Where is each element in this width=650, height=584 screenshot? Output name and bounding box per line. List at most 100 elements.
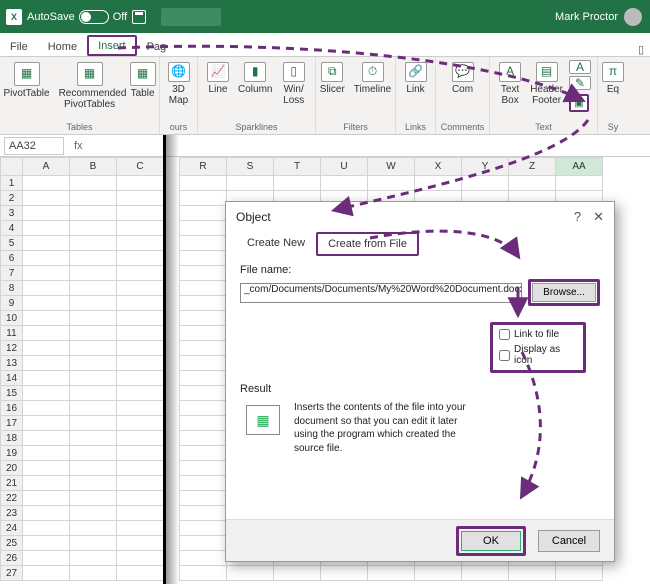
cell[interactable] <box>70 401 117 416</box>
row-header[interactable]: 19 <box>1 446 23 461</box>
row-header[interactable]: 27 <box>1 566 23 581</box>
row-header[interactable]: 1 <box>1 176 23 191</box>
cell[interactable] <box>23 566 70 581</box>
cell[interactable] <box>180 236 227 251</box>
column-header[interactable]: C <box>117 158 164 176</box>
cell[interactable] <box>509 176 556 191</box>
cell[interactable] <box>117 281 164 296</box>
cell[interactable] <box>70 281 117 296</box>
cell[interactable] <box>117 446 164 461</box>
equation-button[interactable]: πEq <box>599 60 627 97</box>
row-header[interactable]: 10 <box>1 311 23 326</box>
cell[interactable] <box>23 251 70 266</box>
cell[interactable] <box>23 461 70 476</box>
cell[interactable] <box>180 536 227 551</box>
cell[interactable] <box>462 176 509 191</box>
cell[interactable] <box>180 371 227 386</box>
avatar[interactable] <box>624 8 642 26</box>
ribbon-collapse-icon[interactable]: ▯ <box>638 43 650 56</box>
cell[interactable] <box>274 176 321 191</box>
cell[interactable] <box>117 206 164 221</box>
cell[interactable] <box>117 506 164 521</box>
cell[interactable] <box>180 401 227 416</box>
textbox-button[interactable]: AText Box <box>496 60 524 108</box>
cell[interactable] <box>23 506 70 521</box>
cell[interactable] <box>70 461 117 476</box>
cell[interactable] <box>180 491 227 506</box>
slicer-button[interactable]: ⧉Slicer <box>317 60 348 97</box>
cell[interactable] <box>70 296 117 311</box>
comment-button[interactable]: 💬Com <box>449 60 477 97</box>
row-header[interactable]: 4 <box>1 221 23 236</box>
sparkline-column-button[interactable]: ▮Column <box>235 60 275 97</box>
cell[interactable] <box>117 461 164 476</box>
tab-insert[interactable]: Insert <box>87 35 137 56</box>
cell[interactable] <box>70 566 117 581</box>
cell[interactable] <box>117 311 164 326</box>
cell[interactable] <box>180 521 227 536</box>
cell[interactable] <box>70 251 117 266</box>
cell[interactable] <box>70 521 117 536</box>
cell[interactable] <box>117 416 164 431</box>
row-header[interactable]: 24 <box>1 521 23 536</box>
cell[interactable] <box>117 386 164 401</box>
cell[interactable] <box>415 176 462 191</box>
cell[interactable] <box>180 221 227 236</box>
cell[interactable] <box>180 551 227 566</box>
cell[interactable] <box>70 431 117 446</box>
cell[interactable] <box>70 551 117 566</box>
row-header[interactable]: 23 <box>1 506 23 521</box>
cell[interactable] <box>70 206 117 221</box>
cell[interactable] <box>23 206 70 221</box>
cell[interactable] <box>23 326 70 341</box>
cell[interactable] <box>180 311 227 326</box>
cell[interactable] <box>180 431 227 446</box>
cell[interactable] <box>117 551 164 566</box>
cell[interactable] <box>117 266 164 281</box>
cell[interactable] <box>23 311 70 326</box>
headerfooter-button[interactable]: ▤Header Footer <box>527 60 566 108</box>
cell[interactable] <box>70 491 117 506</box>
signature-icon[interactable]: ✎ <box>569 76 591 90</box>
cell[interactable] <box>70 221 117 236</box>
cell[interactable] <box>117 326 164 341</box>
cell[interactable] <box>556 566 603 581</box>
sparkline-line-button[interactable]: 📈Line <box>204 60 232 97</box>
cell[interactable] <box>23 236 70 251</box>
row-header[interactable]: 12 <box>1 341 23 356</box>
row-header[interactable]: 21 <box>1 476 23 491</box>
cell[interactable] <box>70 176 117 191</box>
cell[interactable] <box>23 551 70 566</box>
row-header[interactable]: 2 <box>1 191 23 206</box>
save-icon[interactable] <box>132 10 146 24</box>
cell[interactable] <box>70 476 117 491</box>
cell[interactable] <box>23 521 70 536</box>
row-header[interactable]: 20 <box>1 461 23 476</box>
row-header[interactable]: 7 <box>1 266 23 281</box>
cell[interactable] <box>180 341 227 356</box>
cell[interactable] <box>23 356 70 371</box>
cell[interactable] <box>70 341 117 356</box>
cell[interactable] <box>117 521 164 536</box>
timeline-button[interactable]: ⏱Timeline <box>351 60 394 97</box>
cell[interactable] <box>180 506 227 521</box>
row-header[interactable]: 14 <box>1 371 23 386</box>
row-header[interactable]: 15 <box>1 386 23 401</box>
cell[interactable] <box>23 296 70 311</box>
cell[interactable] <box>23 491 70 506</box>
cell[interactable] <box>117 566 164 581</box>
cell[interactable] <box>274 566 321 581</box>
cell[interactable] <box>556 176 603 191</box>
cell[interactable] <box>23 386 70 401</box>
row-header[interactable]: 9 <box>1 296 23 311</box>
cell[interactable] <box>180 446 227 461</box>
cell[interactable] <box>70 311 117 326</box>
cell[interactable] <box>117 296 164 311</box>
cell[interactable] <box>117 491 164 506</box>
cell[interactable] <box>70 356 117 371</box>
display-as-icon-checkbox[interactable]: Display as icon <box>499 344 577 366</box>
column-header[interactable]: U <box>321 158 368 176</box>
row-header[interactable]: 3 <box>1 206 23 221</box>
column-header[interactable]: Z <box>509 158 556 176</box>
cell[interactable] <box>23 266 70 281</box>
